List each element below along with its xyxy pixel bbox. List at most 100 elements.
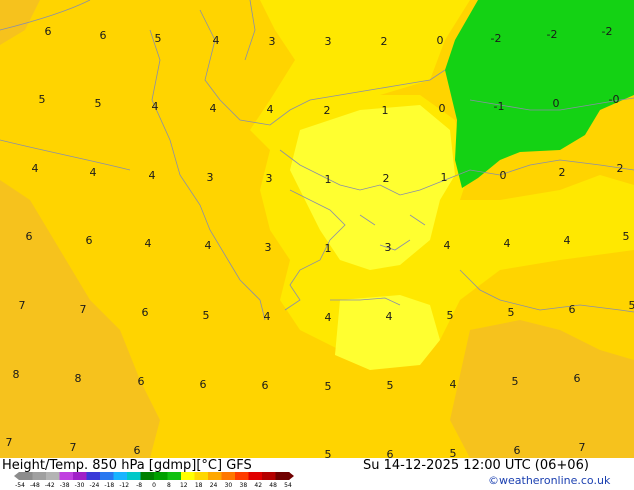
colorbar-swatch xyxy=(32,472,47,480)
isotherm-value-label: 5 xyxy=(623,230,630,243)
colorbar-tick-label: -18 xyxy=(104,482,115,489)
colorbar-swatch xyxy=(194,472,209,480)
isotherm-value-label: 5 xyxy=(508,306,515,319)
isotherm-value-label: 6 xyxy=(200,378,207,391)
colorbar-tick-label: -12 xyxy=(119,482,130,489)
isotherm-value-label: 8 xyxy=(13,368,20,381)
isotherm-value-label: 0 xyxy=(439,102,446,115)
isotherm-value-label: 4 xyxy=(450,378,457,391)
isotherm-value-label: 5 xyxy=(325,448,332,458)
isotherm-value-label: 4 xyxy=(325,311,332,324)
colorbar-tick-label: -8 xyxy=(136,482,143,489)
isotherm-value-label: 6 xyxy=(26,230,33,243)
colorbar-swatch xyxy=(248,472,263,480)
colorbar-swatch xyxy=(167,472,182,480)
colorbar-tick-label: -38 xyxy=(59,482,70,489)
isotherm-value-label: 2 xyxy=(617,162,624,175)
isotherm-value-label: 1 xyxy=(325,242,332,255)
isotherm-value-label: 3 xyxy=(207,171,214,184)
colorbar-tick-label: 24 xyxy=(209,482,218,489)
colorbar-swatch xyxy=(100,472,114,480)
isotherm-value-label: 1 xyxy=(382,104,389,117)
isotherm-value-label: 6 xyxy=(569,303,576,316)
isotherm-value-label: 6 xyxy=(100,29,107,42)
isotherm-value-label: 4 xyxy=(267,103,274,116)
colorbar-tick-label: -48 xyxy=(29,482,40,489)
isotherm-value-label: 4 xyxy=(152,100,159,113)
isotherm-value-label: 5 xyxy=(629,299,634,312)
colorbar-swatch xyxy=(113,472,128,480)
colorbar-swatch xyxy=(262,472,276,480)
isotherm-value-label: 4 xyxy=(213,34,220,47)
colorbar-swatch xyxy=(235,472,249,480)
colorbar-swatch xyxy=(59,472,74,480)
colorbar-tick-label: 38 xyxy=(239,482,248,489)
colorbar-tick-label: 8 xyxy=(166,482,171,489)
isotherm-value-label: 5 xyxy=(95,97,102,110)
temperature-map[interactable]: 6 6 5 4 3 3 2 0 -2 -2 -2 5 5 4 4 4 2 1 0 -1 0 -0 4 4 4 3 3 1 2 1 0 2 2 6 6… xyxy=(0,0,634,461)
isotherm-value-label: 5 xyxy=(450,447,457,458)
colorbar-tick-label: 42 xyxy=(254,482,263,489)
colorbar-swatch xyxy=(86,472,101,480)
colorbar-tick-label: 54 xyxy=(284,482,292,489)
isotherm-value-label: 6 xyxy=(138,375,145,388)
isotherm-value-label: 5 xyxy=(155,32,162,45)
colorbar-tick-label: 12 xyxy=(179,482,188,489)
isotherm-value-label: 3 xyxy=(385,241,392,254)
isotherm-value-label: 7 xyxy=(6,436,13,449)
isotherm-value-label: 7 xyxy=(80,303,87,316)
isotherm-value-label: 5 xyxy=(325,380,332,393)
isotherm-value-label: -2 xyxy=(547,28,558,41)
colorbar-swatch xyxy=(181,472,195,480)
isotherm-value-label: 1 xyxy=(325,173,332,186)
isotherm-value-label: 3 xyxy=(269,35,276,48)
isotherm-value-label: 5 xyxy=(39,93,46,106)
isotherm-value-label: 6 xyxy=(514,444,521,457)
colorbar-min-arrow xyxy=(14,472,19,480)
coolest-area-south xyxy=(335,295,440,370)
isotherm-value-label: 0 xyxy=(500,169,507,182)
colorbar xyxy=(14,472,294,480)
colorbar-swatch xyxy=(275,472,290,480)
colorbar-ticks: -54 -48 -42 -38 -30 -24 -18 -12 -8 0 8 12 18 24 30 38 42… xyxy=(15,482,300,490)
colorbar-tick-label: -30 xyxy=(74,482,85,489)
isotherm-value-label: 6 xyxy=(86,234,93,247)
isotherm-value-label: 3 xyxy=(325,35,332,48)
isotherm-value-label: 3 xyxy=(266,172,273,185)
colorbar-tick-label: -54 xyxy=(15,482,25,489)
colorbar-tick-label: 48 xyxy=(269,482,277,489)
isotherm-value-label: 0 xyxy=(553,97,560,110)
isotherm-value-label: 4 xyxy=(504,237,511,250)
credit-link[interactable]: ©weatheronline.co.uk xyxy=(488,474,610,487)
isotherm-value-label: 4 xyxy=(264,310,271,323)
isotherm-value-label: 4 xyxy=(444,239,451,252)
isotherm-value-label: 6 xyxy=(262,379,269,392)
colorbar-swatch xyxy=(19,472,33,480)
valid-datetime: Su 14-12-2025 12:00 UTC (06+06) xyxy=(363,458,589,473)
isotherm-value-label: -2 xyxy=(602,25,613,38)
isotherm-value-label: 4 xyxy=(210,102,217,115)
isotherm-value-label: 4 xyxy=(564,234,571,247)
map-canvas: 6 6 5 4 3 3 2 0 -2 -2 -2 5 5 4 4 4 2 1 0 -1 0 -0 4 4 4 3 3 1 2 1 0 2 2 6 6… xyxy=(0,0,634,461)
isotherm-value-label: -2 xyxy=(491,32,502,45)
colorbar-tick-label: -42 xyxy=(44,482,55,489)
isotherm-value-label: 4 xyxy=(205,239,212,252)
isotherm-value-label: 6 xyxy=(142,306,149,319)
isotherm-value-label: 5 xyxy=(447,309,454,322)
isotherm-value-label: 2 xyxy=(559,166,566,179)
isotherm-value-label: 5 xyxy=(512,375,519,388)
map-footer: Height/Temp. 850 hPa [gdmp][°C] GFS Su 1… xyxy=(0,458,634,490)
colorbar-tick-label: 18 xyxy=(194,482,203,489)
isotherm-value-label: 7 xyxy=(19,299,26,312)
isotherm-value-label: 1 xyxy=(441,171,448,184)
isotherm-value-label: 4 xyxy=(145,237,152,250)
colorbar-swatch xyxy=(221,472,236,480)
isotherm-value-label: 2 xyxy=(383,172,390,185)
isotherm-value-label: 6 xyxy=(574,372,581,385)
isotherm-value-label: 4 xyxy=(386,310,393,323)
isotherm-value-label: 3 xyxy=(265,241,272,254)
isotherm-value-label: -1 xyxy=(494,100,505,113)
isotherm-value-label: 0 xyxy=(437,34,444,47)
isotherm-value-label: 6 xyxy=(45,25,52,38)
colorbar-swatch xyxy=(46,472,60,480)
